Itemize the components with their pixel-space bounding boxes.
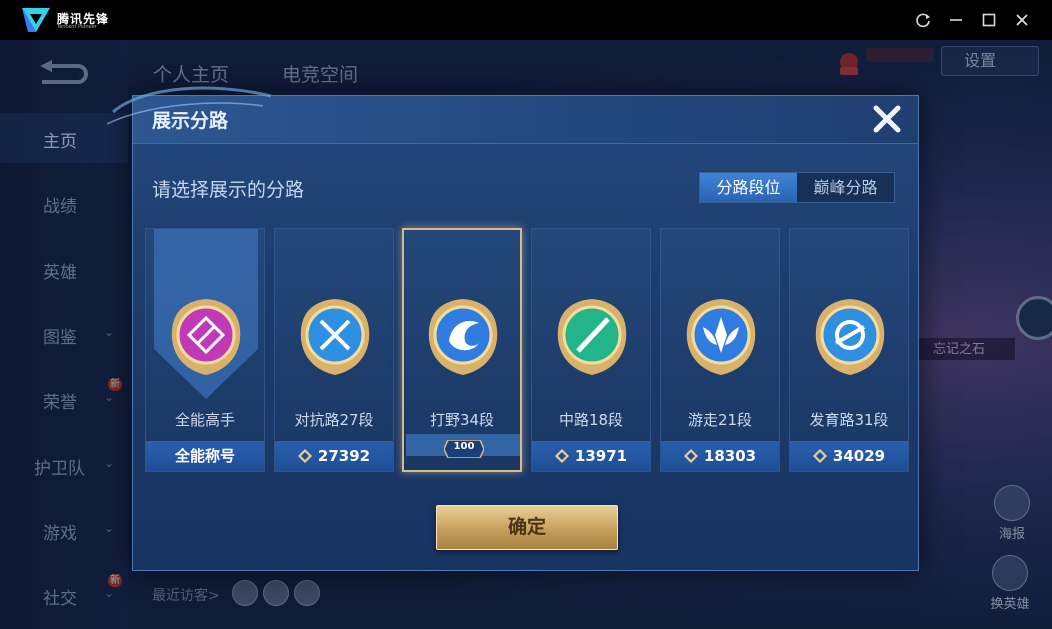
lane-footer: 27392: [275, 441, 393, 471]
lane-card-mid[interactable]: 中路18段 13971: [531, 228, 651, 472]
dialog-title: 展示分路: [152, 110, 229, 132]
lane-footer: 18303: [661, 441, 779, 471]
tab-peak-lane[interactable]: 巅峰分路: [797, 173, 894, 202]
points-icon: [554, 449, 569, 463]
lane-label: 发育路31段: [809, 411, 889, 429]
lane-card-jungle[interactable]: 打野34段 100: [402, 228, 522, 472]
lane-label: 打野34段: [429, 411, 495, 429]
select-prompt: 请选择展示的分路: [152, 179, 305, 201]
lane-card-farm[interactable]: 发育路31段 34029: [789, 228, 909, 472]
level-badge: 100: [443, 439, 485, 459]
lane-display-dialog: 展示分路 请选择展示的分路 分路段位 巅峰分路 全能高手 全能称号 对抗路27段…: [106, 86, 919, 571]
lane-footer: 13971: [532, 441, 650, 471]
points-value: 27392: [317, 447, 371, 465]
app-subtitle: Tencent Pioneer: [57, 24, 97, 30]
lane-footer: 34029: [790, 441, 908, 471]
lane-mode-switch: 分路段位 巅峰分路: [699, 172, 895, 203]
lane-card-all-round[interactable]: 全能高手 全能称号: [145, 228, 265, 472]
maximize-icon[interactable]: [977, 8, 1001, 32]
title-text: 全能称号: [174, 447, 235, 465]
confirm-button[interactable]: 确定: [436, 505, 618, 550]
app-logo-icon: [22, 8, 50, 32]
jungle-emblem-icon: [428, 299, 498, 375]
lane-label: 中路18段: [558, 411, 624, 429]
lane-card-roam[interactable]: 游走21段 18303: [660, 228, 780, 472]
close-icon[interactable]: [1010, 8, 1034, 32]
farm-lane-emblem-icon: [815, 299, 885, 375]
minimize-icon[interactable]: [944, 8, 968, 32]
points-value: 34029: [832, 447, 886, 465]
roam-emblem-icon: [686, 299, 756, 375]
lane-footer: 全能称号: [146, 441, 264, 471]
points-icon: [683, 449, 698, 463]
lane-label: 对抗路27段: [294, 411, 374, 429]
mid-lane-emblem-icon: [557, 299, 627, 375]
clash-lane-emblem-icon: [300, 299, 370, 375]
app-brand: 腾讯先锋 Tencent Pioneer: [20, 6, 110, 34]
tab-lane-rank[interactable]: 分路段位: [700, 173, 797, 202]
lane-card-clash[interactable]: 对抗路27段 27392: [274, 228, 394, 472]
close-icon[interactable]: [870, 102, 904, 136]
points-value: 13971: [574, 447, 628, 465]
points-icon: [812, 449, 827, 463]
points-icon: [297, 449, 312, 463]
restore-icon[interactable]: [911, 8, 935, 32]
all-round-emblem-icon: [171, 299, 241, 375]
dialog-header: 展示分路: [106, 86, 918, 144]
points-value: 18303: [703, 447, 757, 465]
lane-label: 游走21段: [687, 411, 753, 429]
lane-label: 全能高手: [174, 411, 235, 429]
level-value: 100: [453, 441, 475, 452]
lane-card-list: 全能高手 全能称号 对抗路27段 27392 打野34段 100 中路18段 1…: [145, 228, 909, 474]
emulator-title-bar: 腾讯先锋 Tencent Pioneer: [0, 0, 1052, 40]
